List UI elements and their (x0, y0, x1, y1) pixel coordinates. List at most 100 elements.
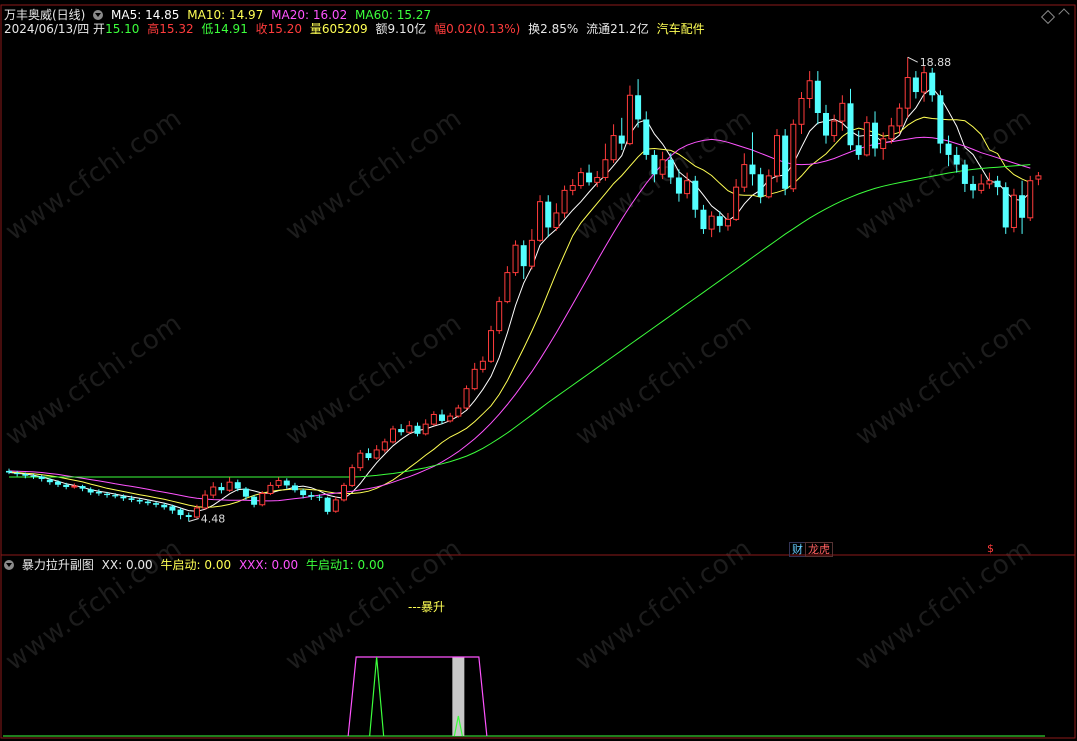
chart-frame: www.cfchi.com www.cfchi.com www.cfchi.co… (0, 0, 1077, 741)
candle-body (14, 473, 21, 475)
candle-body (823, 112, 829, 136)
candle-body (71, 485, 78, 488)
candle-body (365, 453, 372, 459)
candle-body (594, 176, 601, 183)
candle-body (267, 484, 274, 494)
candle-body (537, 201, 544, 241)
candle-body (300, 490, 307, 496)
candle-body (961, 164, 968, 184)
candle-body (340, 484, 347, 501)
change-label: 幅 (434, 22, 447, 36)
ma-line-ma5 (8, 87, 1031, 512)
candle-body (349, 467, 356, 486)
candle-body (1019, 195, 1026, 218)
candle-body (439, 414, 446, 421)
amount-value: 9.10亿 (387, 22, 427, 36)
candle-body (202, 494, 209, 509)
candle-body (332, 499, 339, 512)
candle-body (798, 97, 805, 125)
candle-body (512, 244, 519, 274)
candle-body (675, 177, 682, 194)
candle-body (316, 496, 323, 498)
candle-body (651, 154, 658, 175)
candle-body (643, 119, 650, 155)
candle-body (63, 484, 70, 488)
candle-body (422, 423, 429, 435)
candle-body (896, 107, 903, 127)
finance-badge[interactable]: 财 (789, 542, 806, 557)
sub-gray-bar (452, 657, 465, 736)
candle-body (275, 480, 282, 486)
candle-body (471, 368, 478, 390)
indicator-name[interactable]: 暴力拉升副图 (22, 558, 94, 572)
close-label: 收 (255, 22, 268, 36)
close-value: 15.20 (267, 22, 303, 36)
candle-body (553, 212, 560, 228)
dropdown-icon[interactable] (93, 10, 104, 20)
candle-body (724, 218, 731, 227)
candle-body (912, 77, 919, 93)
candle-body (95, 491, 102, 494)
candle-body (226, 481, 233, 491)
dollar-badge[interactable]: $ (985, 542, 996, 555)
candle-body (733, 186, 740, 220)
stock-name[interactable]: 万丰奥威(日线) (4, 8, 85, 22)
low-label: 低 (201, 22, 214, 36)
candle-body (447, 415, 454, 422)
candle-body (169, 506, 176, 511)
candle-body (659, 159, 666, 175)
candle-body (847, 103, 854, 146)
candle-body (308, 495, 315, 497)
candle-body (635, 95, 642, 120)
candle-body (978, 183, 985, 191)
dropdown-icon[interactable] (4, 560, 14, 570)
candle-body (357, 452, 364, 469)
main-header: 万丰奥威(日线) MA5: 14.85 MA10: 14.97 MA20: 16… (4, 8, 435, 22)
high-marker-label: 18.88 (920, 56, 952, 69)
chart-border (0, 4, 1076, 739)
candle-body (545, 201, 552, 228)
candle-body (986, 180, 993, 185)
float-shares: 流通21.2亿 (586, 22, 649, 36)
candle-body (700, 209, 707, 230)
candle-body (863, 122, 870, 156)
candle-body (430, 413, 437, 425)
candle-body (414, 425, 421, 434)
candle-body (831, 120, 838, 137)
candle-body (291, 485, 298, 491)
candle-body (618, 135, 625, 144)
turnover: 换2.85% (528, 22, 579, 36)
ma60-value: MA60: 15.27 (355, 8, 432, 22)
candle-body (210, 486, 217, 496)
candle-body (839, 102, 846, 122)
candle-body (463, 388, 470, 409)
candle-body (790, 123, 797, 190)
candlestick-chart[interactable]: 18.88 4.48 (0, 0, 1077, 741)
candle-body (904, 77, 911, 109)
candle-body (324, 497, 331, 512)
rank-badge[interactable]: 龙虎 (805, 542, 833, 557)
candle-body (55, 481, 62, 485)
candle-body (520, 245, 527, 267)
candle-body (38, 476, 45, 479)
candle-body (602, 159, 609, 178)
candle-body (185, 515, 192, 518)
candle-body (528, 239, 535, 267)
candle-body (1010, 194, 1017, 228)
candle-body (773, 135, 780, 177)
sub-niu-line (369, 656, 385, 737)
candle-body (561, 189, 568, 214)
candle-body (684, 180, 691, 195)
change-value: 0.02(0.13%) (446, 22, 521, 36)
ma10-value: MA10: 14.97 (187, 8, 264, 22)
candle-body (667, 159, 674, 178)
candle-body (953, 154, 960, 165)
candle-body (586, 172, 593, 183)
candle-body (153, 503, 160, 505)
candle-body (79, 486, 86, 489)
candle-body (716, 216, 723, 226)
candle-body (569, 185, 576, 191)
sector-link[interactable]: 汽车配件 (657, 22, 705, 36)
candle-body (6, 470, 12, 473)
candle-body (855, 145, 862, 155)
